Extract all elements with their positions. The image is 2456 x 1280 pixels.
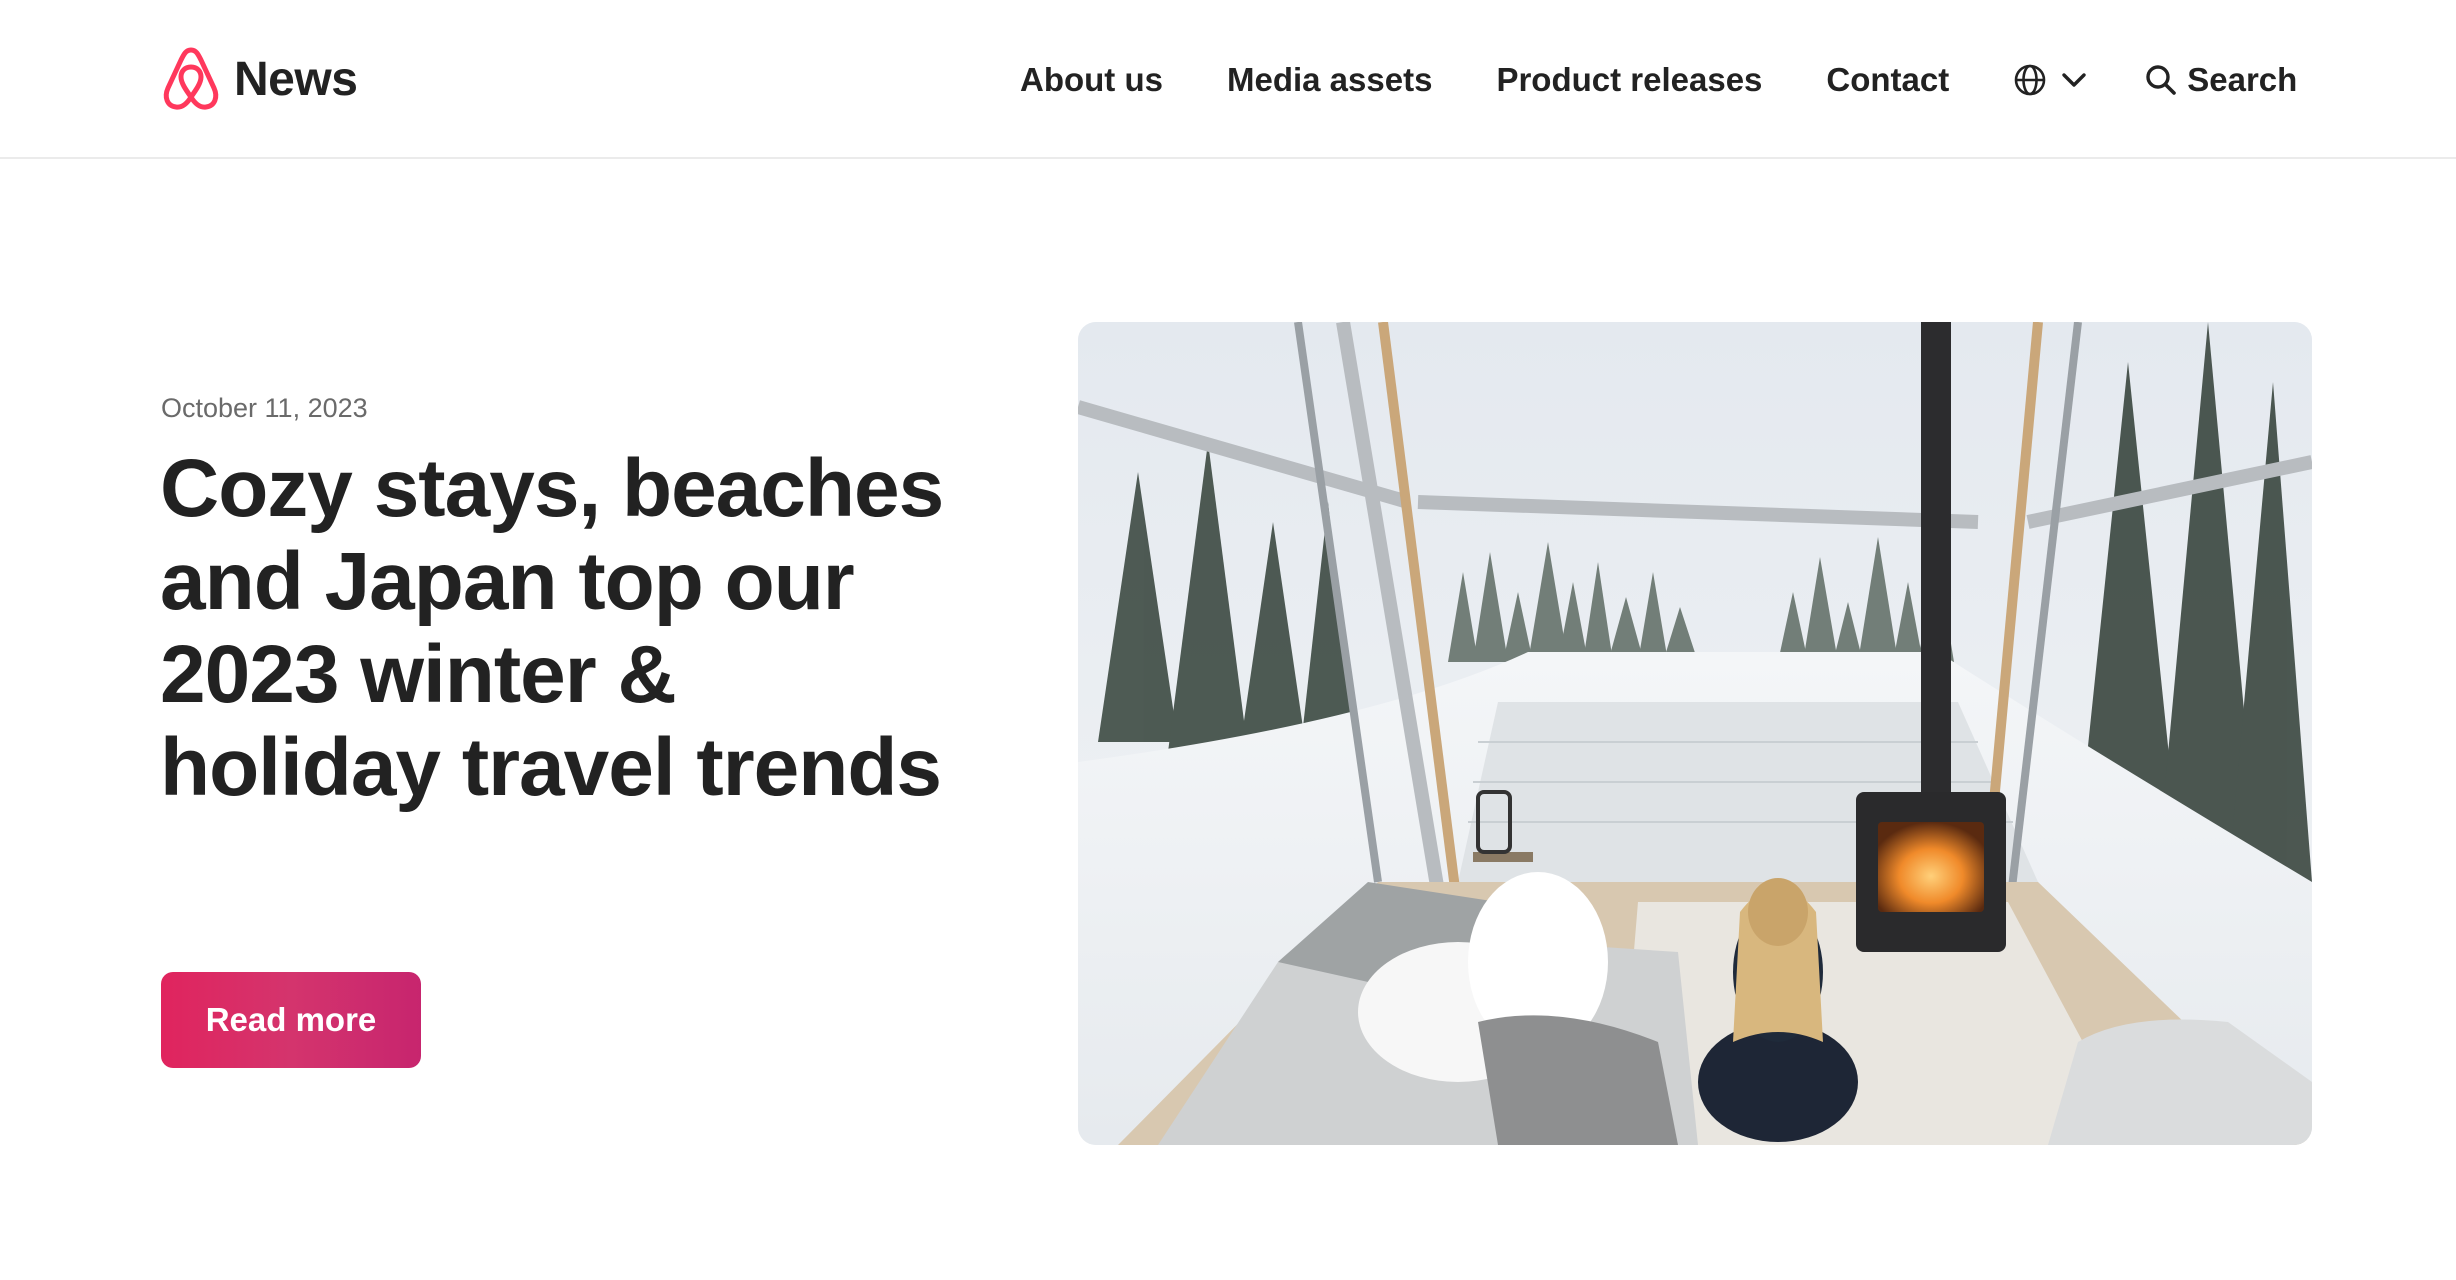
language-selector[interactable] [2013,63,2087,97]
main-nav: About us Media assets Product releases C… [1020,0,2297,159]
chevron-down-icon [2062,72,2086,87]
search-button[interactable]: Search [2145,61,2297,99]
nav-about-us[interactable]: About us [1020,61,1163,99]
search-label: Search [2187,60,2298,98]
logo-text: News [234,53,358,106]
logo-link[interactable]: News [160,44,358,112]
hero-image[interactable] [1078,322,2312,1145]
cabin-scene-illustration [1078,322,2312,1145]
nav-media-assets[interactable]: Media assets [1227,61,1432,99]
nav-contact[interactable]: Contact [1826,61,1949,99]
globe-icon [2014,64,2046,95]
airbnb-belo-icon [163,47,219,110]
article-headline[interactable]: Cozy stays, beaches and Japan top our 20… [160,442,960,814]
nav-product-releases[interactable]: Product releases [1496,61,1762,99]
article-date: October 11, 2023 [161,393,368,423]
site-header: News About us Media assets Product relea… [0,0,2456,159]
read-more-button[interactable]: Read more [161,972,421,1068]
search-icon [2146,64,2177,95]
